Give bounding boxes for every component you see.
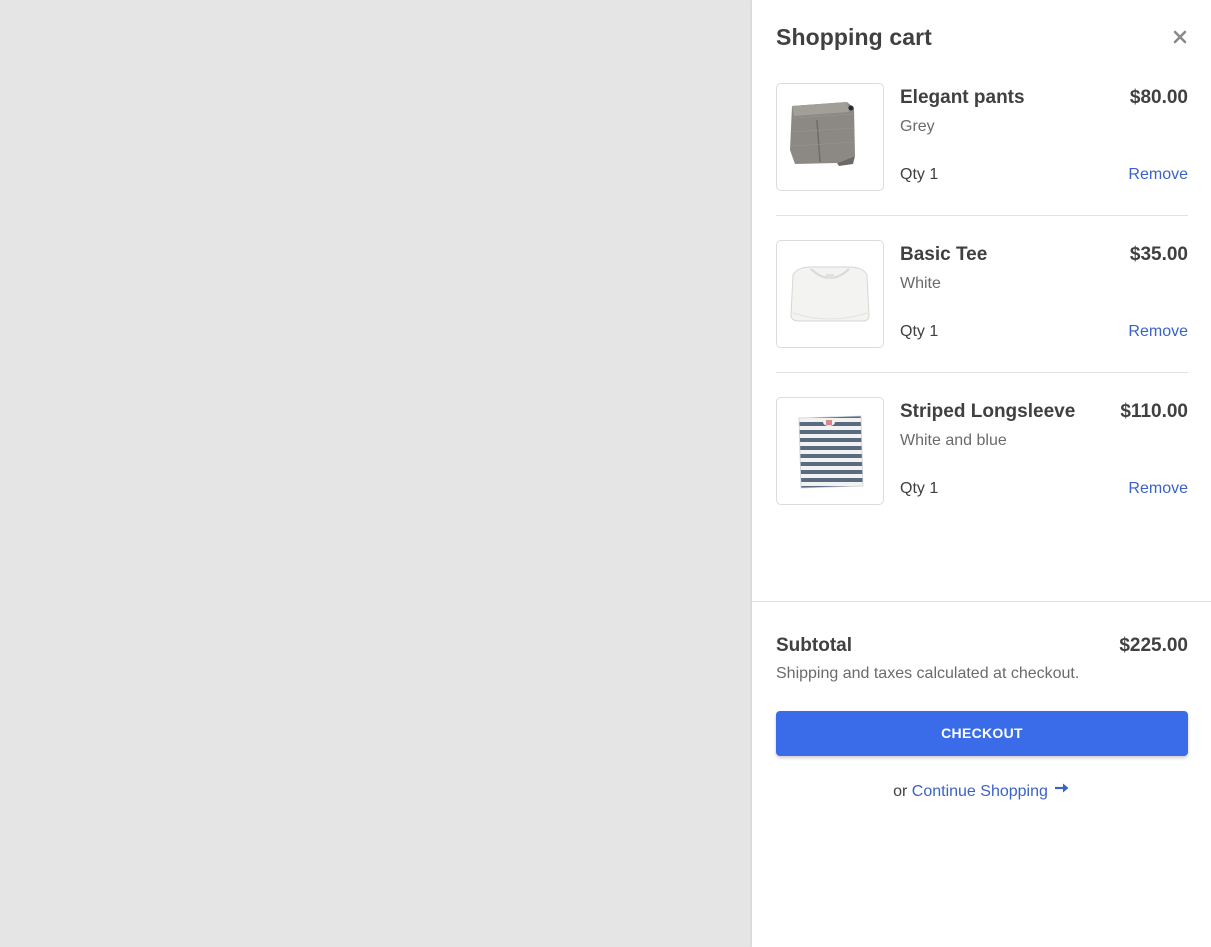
product-price: $110.00 bbox=[1120, 401, 1188, 422]
checkout-button[interactable]: CHECKOUT bbox=[776, 711, 1188, 756]
product-variant: White bbox=[900, 275, 941, 292]
product-variant: Grey bbox=[900, 118, 935, 135]
product-quantity: Qty 1 bbox=[900, 166, 939, 183]
subtotal-value: $225.00 bbox=[1119, 635, 1188, 656]
footer-divider bbox=[752, 601, 1211, 602]
remove-button[interactable]: Remove bbox=[1128, 165, 1188, 185]
product-name[interactable]: Basic Tee bbox=[900, 243, 987, 267]
remove-button[interactable]: Remove bbox=[1128, 322, 1188, 342]
item-divider bbox=[776, 372, 1188, 373]
arrow-right-icon bbox=[1054, 780, 1070, 800]
continue-shopping-link[interactable]: Continue Shopping bbox=[912, 783, 1070, 800]
continue-shopping-row: or Continue Shopping bbox=[752, 782, 1211, 802]
cart-panel: Shopping cart Elegant pants $80.00 Grey … bbox=[752, 0, 1211, 947]
cart-item: Striped Longsleeve $110.00 White and blu… bbox=[776, 397, 1188, 505]
backdrop-overlay[interactable] bbox=[0, 0, 752, 947]
close-icon bbox=[1172, 26, 1188, 48]
product-price: $80.00 bbox=[1129, 87, 1188, 108]
cart-title: Shopping cart bbox=[776, 24, 932, 50]
product-name[interactable]: Striped Longsleeve bbox=[900, 400, 1075, 424]
close-button[interactable] bbox=[1172, 26, 1188, 48]
product-name[interactable]: Elegant pants bbox=[900, 86, 1025, 110]
white-tee-image bbox=[777, 241, 883, 347]
product-quantity: Qty 1 bbox=[900, 323, 939, 340]
cart-item: Basic Tee $35.00 White Qty 1 Remove bbox=[776, 240, 1188, 348]
product-image bbox=[776, 83, 884, 191]
shipping-note: Shipping and taxes calculated at checkou… bbox=[776, 665, 1080, 682]
cart-item: Elegant pants $80.00 Grey Qty 1 Remove bbox=[776, 83, 1188, 191]
product-image bbox=[776, 240, 884, 348]
grey-pants-image bbox=[777, 84, 883, 190]
subtotal-label: Subtotal bbox=[776, 635, 852, 656]
product-variant: White and blue bbox=[900, 432, 1007, 449]
striped-longsleeve-image bbox=[777, 398, 883, 504]
continue-shopping-label: Continue Shopping bbox=[911, 783, 1048, 800]
remove-button[interactable]: Remove bbox=[1128, 479, 1188, 499]
item-divider bbox=[776, 215, 1188, 216]
product-image bbox=[776, 397, 884, 505]
or-label: or bbox=[893, 783, 912, 800]
product-quantity: Qty 1 bbox=[900, 480, 939, 497]
cart-header: Shopping cart bbox=[776, 22, 1188, 54]
product-price: $35.00 bbox=[1129, 244, 1188, 265]
